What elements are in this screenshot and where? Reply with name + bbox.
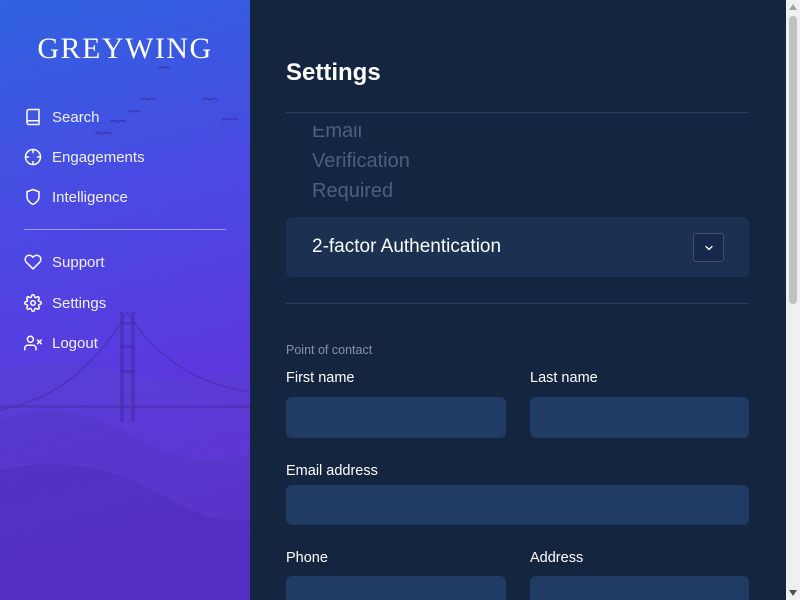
sidebar-item-label: Engagements [52, 148, 145, 166]
sidebar-item-label: Settings [52, 294, 107, 312]
sidebar-item-logout[interactable]: Logout [24, 331, 98, 355]
user-x-icon [24, 334, 42, 352]
expand-two-factor-button[interactable] [693, 233, 724, 262]
gear-icon [24, 294, 42, 312]
address-input[interactable] [530, 576, 749, 600]
last-name-label: Last name [530, 370, 598, 386]
page-title: Settings [286, 59, 381, 86]
two-factor-auth-label: 2-factor Authentication [312, 236, 502, 257]
scroll-down-arrow-icon[interactable] [786, 586, 800, 600]
sidebar-item-search[interactable]: Search [24, 105, 100, 129]
shield-icon [24, 188, 42, 206]
email-verification-status: Email Verification Required [286, 126, 412, 218]
email-verification-line: Email [312, 126, 363, 142]
email-verification-line: Verification [312, 150, 410, 172]
email-address-input[interactable] [286, 485, 749, 525]
book-icon [24, 108, 42, 126]
sidebar-item-intelligence[interactable]: Intelligence [24, 185, 128, 209]
divider [286, 112, 749, 113]
heart-icon [24, 253, 42, 271]
greywing-logo[interactable]: GREYWING [0, 32, 250, 66]
sidebar-item-support[interactable]: Support [24, 250, 105, 274]
first-name-input[interactable] [286, 397, 506, 438]
scrollbar-thumb[interactable] [789, 16, 797, 304]
email-verification-line: Required [312, 180, 394, 202]
divider [286, 303, 749, 304]
first-name-label: First name [286, 370, 355, 386]
settings-main: Settings Email Verification Required 2-f… [250, 0, 786, 600]
email-address-label: Email address [286, 463, 378, 479]
vertical-scrollbar[interactable] [786, 0, 800, 600]
phone-label: Phone [286, 550, 328, 566]
sidebar-item-label: Logout [52, 334, 98, 352]
sidebar: GREYWING Search Engagements Intelligence… [0, 0, 250, 600]
sidebar-item-settings[interactable]: Settings [24, 291, 106, 315]
point-of-contact-heading: Point of contact [286, 343, 373, 357]
scroll-up-arrow-icon[interactable] [786, 0, 800, 14]
address-label: Address [530, 550, 584, 566]
sidebar-item-label: Support [52, 253, 105, 271]
two-factor-auth-panel[interactable]: 2-factor Authentication [286, 217, 749, 277]
sidebar-item-label: Search [52, 108, 100, 126]
last-name-input[interactable] [530, 397, 749, 438]
crosshair-icon [24, 148, 42, 166]
sidebar-divider [24, 229, 226, 230]
chevron-down-icon [703, 242, 715, 254]
phone-input[interactable] [286, 576, 506, 600]
sidebar-item-engagements[interactable]: Engagements [24, 145, 145, 169]
sidebar-item-label: Intelligence [52, 188, 128, 206]
